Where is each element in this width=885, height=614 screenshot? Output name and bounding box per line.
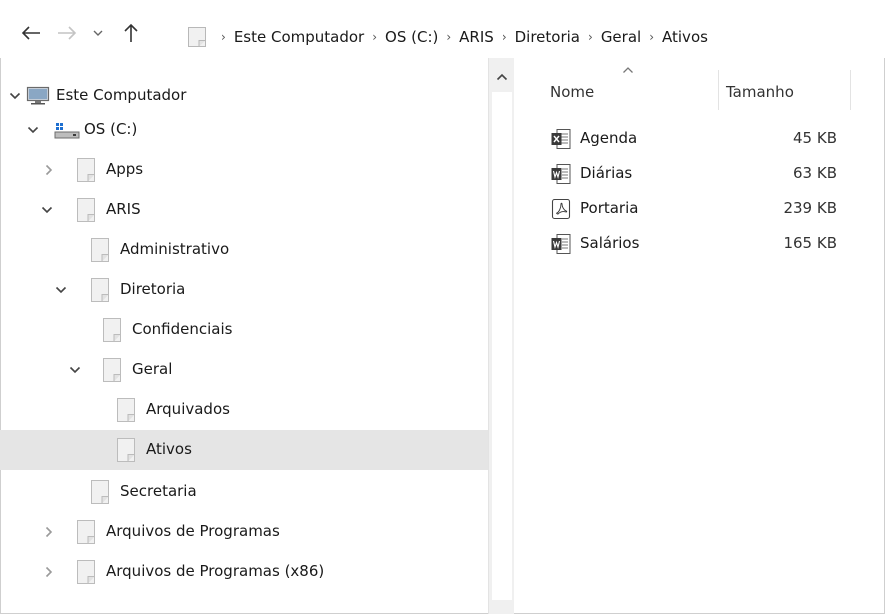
file-name: Salários — [580, 234, 640, 252]
tree-item-confidenciais[interactable]: Confidenciais — [0, 310, 488, 350]
breadcrumb-item[interactable]: OS (C:) — [385, 28, 438, 46]
tree-item-label: Arquivos de Programas (x86) — [106, 562, 325, 580]
file-name: Diárias — [580, 164, 633, 182]
sort-ascending-icon — [623, 67, 633, 73]
chevron-right-icon[interactable] — [42, 163, 56, 177]
chevron-down-icon[interactable] — [26, 123, 40, 137]
chevron-up-icon — [496, 73, 508, 81]
tree-item-label: Geral — [132, 360, 173, 378]
folder-icon — [117, 438, 135, 462]
folder-icon — [103, 358, 121, 382]
column-divider[interactable] — [718, 70, 719, 110]
chevron-right-icon[interactable]: › — [502, 30, 507, 44]
file-name: Agenda — [580, 129, 638, 147]
tree-item-label: OS (C:) — [84, 120, 138, 138]
tree-item-label: Administrativo — [120, 240, 230, 258]
tree-item-label: Confidenciais — [132, 320, 233, 338]
scroll-up-button[interactable] — [493, 68, 511, 86]
folder-icon — [91, 238, 109, 262]
folder-icon — [77, 520, 95, 544]
navigation-pane-scrollbar[interactable] — [488, 58, 514, 614]
chevron-right-icon[interactable] — [42, 565, 56, 579]
file-list: Nome Tamanho Agenda 45 KB Diárias 63 KB — [514, 58, 885, 614]
folder-icon — [77, 198, 95, 222]
tree-item-geral[interactable]: Geral — [0, 350, 488, 390]
tree-item-label: Este Computador — [56, 86, 187, 104]
arrow-up-icon — [124, 23, 138, 42]
chevron-right-icon[interactable] — [42, 525, 56, 539]
tree-item-diretoria[interactable]: Diretoria — [0, 270, 488, 310]
file-size: 45 KB — [793, 129, 837, 147]
tree-item-label: Ativos — [146, 440, 192, 458]
tree-item-arquivados[interactable]: Arquivados — [0, 390, 488, 430]
chevron-right-icon[interactable]: › — [588, 30, 593, 44]
breadcrumb-item[interactable]: Diretoria — [515, 28, 580, 46]
file-name: Portaria — [580, 199, 639, 217]
word-icon — [551, 234, 571, 254]
folder-icon — [188, 27, 206, 47]
chevron-down-icon[interactable] — [8, 89, 22, 103]
excel-icon — [551, 129, 571, 149]
tree-item-os-c[interactable]: OS (C:) — [0, 110, 488, 150]
chevron-right-icon[interactable]: › — [372, 30, 377, 44]
back-button[interactable] — [18, 20, 44, 46]
navigation-pane: Este Computador OS (C:) Apps ARIS Admini… — [0, 58, 488, 614]
breadcrumb-item[interactable]: Geral — [601, 28, 641, 46]
chevron-down-icon[interactable] — [68, 363, 82, 377]
chevron-down-icon — [93, 30, 103, 36]
file-row-salarios[interactable]: Salários 165 KB — [514, 229, 885, 259]
breadcrumb-item[interactable]: Ativos — [662, 28, 708, 46]
column-divider[interactable] — [850, 70, 851, 110]
folder-icon — [103, 318, 121, 342]
file-row-agenda[interactable]: Agenda 45 KB — [514, 124, 885, 154]
column-header-label: Tamanho — [726, 83, 794, 101]
column-header-label: Nome — [550, 83, 595, 101]
tree-item-administrativo[interactable]: Administrativo — [0, 230, 488, 270]
tree-item-arquivos-de-programas-x86[interactable]: Arquivos de Programas (x86) — [0, 552, 488, 592]
folder-icon — [117, 398, 135, 422]
chevron-down-icon[interactable] — [54, 283, 68, 297]
tree-item-arquivos-de-programas[interactable]: Arquivos de Programas — [0, 512, 488, 552]
tree-item-label: Secretaria — [120, 482, 197, 500]
word-icon — [551, 164, 571, 184]
tree-item-ativos[interactable]: Ativos — [0, 430, 488, 470]
arrow-right-icon — [58, 26, 77, 40]
file-size: 63 KB — [793, 164, 837, 182]
tree-item-label: Apps — [106, 160, 144, 178]
chevron-right-icon: › — [221, 30, 226, 44]
file-row-diarias[interactable]: Diárias 63 KB — [514, 159, 885, 189]
chevron-right-icon[interactable]: › — [649, 30, 654, 44]
monitor-icon — [26, 86, 50, 105]
chevron-down-icon[interactable] — [40, 203, 54, 217]
column-header-tamanho[interactable]: Tamanho — [726, 76, 846, 108]
breadcrumb-item[interactable]: ARIS — [459, 28, 494, 46]
tree-item-label: Arquivados — [146, 400, 230, 418]
drive-icon — [54, 123, 80, 139]
chevron-right-icon[interactable]: › — [446, 30, 451, 44]
file-size: 165 KB — [783, 234, 837, 252]
pdf-icon — [551, 198, 571, 220]
folder-icon — [77, 158, 95, 182]
tree-item-aris[interactable]: ARIS — [0, 190, 488, 230]
address-bar: › Este Computador › OS (C:) › ARIS › Dir… — [0, 0, 885, 58]
file-row-portaria[interactable]: Portaria 239 KB — [514, 194, 885, 224]
tree-item-apps[interactable]: Apps — [0, 150, 488, 190]
breadcrumb-item[interactable]: Este Computador — [234, 28, 364, 46]
tree-item-label: ARIS — [106, 200, 141, 218]
forward-button[interactable] — [54, 20, 80, 46]
tree-item-label: Arquivos de Programas — [106, 522, 280, 540]
folder-icon — [77, 560, 95, 584]
arrow-left-icon — [21, 26, 40, 40]
recent-locations-button[interactable] — [88, 20, 108, 46]
folder-icon — [91, 480, 109, 504]
file-size: 239 KB — [783, 199, 837, 217]
tree-item-label: Diretoria — [120, 280, 186, 298]
up-button[interactable] — [118, 20, 144, 46]
breadcrumb[interactable]: › Este Computador › OS (C:) › ARIS › Dir… — [187, 24, 885, 50]
tree-item-secretaria[interactable]: Secretaria — [0, 472, 488, 512]
column-header-nome[interactable]: Nome — [550, 67, 720, 108]
folder-icon — [91, 278, 109, 302]
scroll-thumb[interactable] — [492, 92, 512, 600]
